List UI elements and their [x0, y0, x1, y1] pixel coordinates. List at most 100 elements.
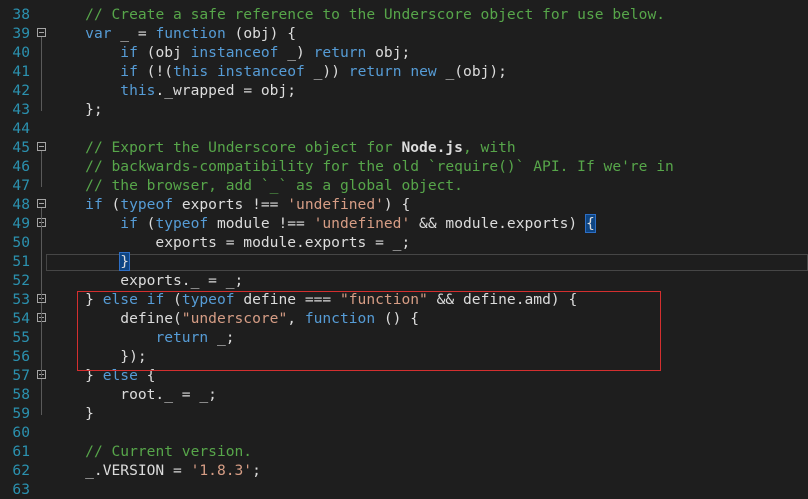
line-number: 53	[12, 291, 30, 308]
line-number: 41	[12, 63, 30, 80]
code-token: ) {	[383, 196, 411, 213]
code-line[interactable]: 43 };	[0, 100, 808, 119]
code-token: typeof	[155, 215, 209, 232]
code-line[interactable]: 59 }	[0, 404, 808, 423]
collapse-toggle-icon[interactable]	[37, 199, 46, 208]
line-number: 49	[12, 215, 30, 232]
matched-brace: }	[119, 252, 131, 271]
code-line[interactable]: 45 // Export the Underscore object for N…	[0, 138, 808, 157]
code-line[interactable]: 51 }	[0, 252, 808, 271]
collapse-toggle-icon[interactable]	[37, 142, 46, 151]
line-number: 46	[12, 158, 30, 175]
code-line[interactable]: 48 if (typeof exports !== 'undefined') {	[0, 195, 808, 214]
line-number: 45	[12, 139, 30, 156]
code-line[interactable]: 40 if (obj instanceof _) return obj;	[0, 43, 808, 62]
code-token: typeof	[120, 196, 174, 213]
code-line[interactable]: 39 var _ = function (obj) {	[0, 24, 808, 43]
line-number: 40	[12, 44, 30, 61]
code-line[interactable]: 63	[0, 480, 808, 499]
code-editor[interactable]: 38 // Create a safe reference to the Und…	[0, 0, 808, 499]
code-token: // Export the Underscore object for	[85, 139, 402, 156]
code-text: if (typeof module !== 'undefined' && mod…	[50, 214, 596, 233]
code-line[interactable]: 61 // Current version.	[0, 442, 808, 461]
line-number: 43	[12, 101, 30, 118]
code-line[interactable]: 46 // backwards-compatibility for the ol…	[0, 157, 808, 176]
code-token: 'undefined'	[287, 196, 384, 213]
line-number: 62	[12, 462, 30, 479]
line-number: 42	[12, 82, 30, 99]
code-token: && module.exports)	[410, 215, 586, 232]
line-number: 52	[12, 272, 30, 289]
code-line[interactable]: 38 // Create a safe reference to the Und…	[0, 5, 808, 24]
collapse-toggle-icon[interactable]	[37, 28, 46, 37]
code-line[interactable]: 49 if (typeof module !== 'undefined' && …	[0, 214, 808, 233]
code-line[interactable]: 44	[0, 119, 808, 138]
code-token: // Current version.	[85, 443, 253, 460]
code-token: (	[137, 215, 156, 232]
code-text: // Current version.	[50, 442, 252, 461]
fold-guide	[41, 322, 42, 358]
code-text: // the browser, add `_` as a global obje…	[50, 176, 463, 195]
code-token: _.VERSION =	[50, 462, 191, 479]
code-text: }	[50, 404, 94, 423]
code-line[interactable]: 50 exports = module.exports = _;	[0, 233, 808, 252]
code-line[interactable]: 62 _.VERSION = '1.8.3';	[0, 461, 808, 480]
code-token: ;	[252, 462, 261, 479]
code-token: instanceof	[216, 63, 305, 80]
code-token: module !==	[208, 215, 314, 232]
code-text: // Create a safe reference to the Unders…	[50, 5, 665, 24]
fold-guide	[41, 379, 42, 415]
line-number: 59	[12, 405, 30, 422]
code-token: return	[313, 44, 367, 61]
code-text: }	[50, 252, 131, 271]
code-token: (	[102, 196, 121, 213]
code-line[interactable]: 58 root._ = _;	[0, 385, 808, 404]
code-token: this	[120, 82, 156, 99]
line-number: 51	[12, 253, 30, 270]
code-token: '1.8.3'	[190, 462, 253, 479]
code-line[interactable]: 60	[0, 423, 808, 442]
code-token: (obj) {	[225, 25, 297, 42]
code-token: _(obj);	[436, 63, 507, 80]
code-text: exports._ = _;	[50, 271, 243, 290]
line-number: 61	[12, 443, 30, 460]
fold-guide	[41, 37, 42, 111]
line-number: 50	[12, 234, 30, 251]
code-line[interactable]: 52 exports._ = _;	[0, 271, 808, 290]
code-text: // Export the Underscore object for Node…	[50, 138, 516, 157]
code-token: }	[50, 405, 94, 422]
code-text: this._wrapped = obj;	[50, 81, 296, 100]
code-line[interactable]: 42 this._wrapped = obj;	[0, 81, 808, 100]
code-token: _))	[304, 63, 349, 80]
code-token: // backwards-compatibility for the old `…	[85, 158, 674, 175]
code-token: exports !==	[173, 196, 288, 213]
code-token: var	[85, 25, 112, 42]
code-token: _ =	[111, 25, 156, 42]
code-token: if	[120, 44, 138, 61]
line-number: 60	[12, 424, 30, 441]
code-token: exports = module.exports = _;	[50, 234, 411, 251]
code-token: // the browser, add `_` as a global obje…	[85, 177, 463, 194]
code-text: if (obj instanceof _) return obj;	[50, 43, 410, 62]
code-text: var _ = function (obj) {	[50, 24, 296, 43]
code-token: if	[85, 196, 103, 213]
code-token: 'undefined'	[313, 215, 411, 232]
code-text: };	[50, 100, 103, 119]
code-token: return	[348, 63, 402, 80]
code-text: _.VERSION = '1.8.3';	[50, 461, 261, 480]
code-line[interactable]: 41 if (!(this instanceof _)) return new …	[0, 62, 808, 81]
code-token: (!(	[137, 63, 174, 80]
line-number: 58	[12, 386, 30, 403]
code-line[interactable]: 47 // the browser, add `_` as a global o…	[0, 176, 808, 195]
code-token: exports._ = _;	[50, 272, 244, 289]
line-number: 56	[12, 348, 30, 365]
line-number: 47	[12, 177, 30, 194]
code-token: if	[120, 215, 138, 232]
